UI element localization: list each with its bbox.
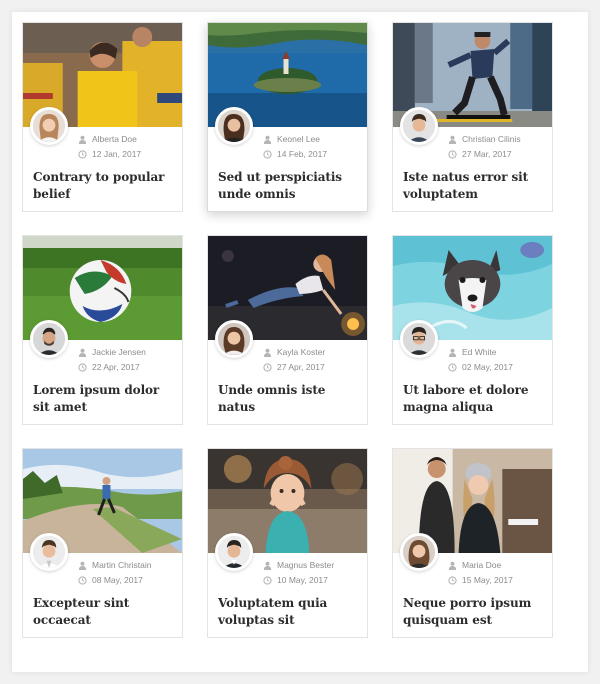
clock-icon xyxy=(263,363,272,372)
post-card[interactable]: Christian Cilinis 27 Mar, 2017 Iste natu… xyxy=(392,22,553,212)
author-row: Ed White xyxy=(448,345,513,360)
post-meta: Jackie Jensen 22 Apr, 2017 xyxy=(78,345,146,375)
date-row: 02 May, 2017 xyxy=(448,360,513,375)
post-card[interactable]: Maria Doe 15 May, 2017 Neque porro ipsum… xyxy=(392,448,553,638)
author-row: Magnus Bester xyxy=(263,558,334,573)
post-card[interactable]: Magnus Bester 10 May, 2017 Voluptatem qu… xyxy=(207,448,368,638)
clock-icon xyxy=(78,150,87,159)
clock-icon xyxy=(78,363,87,372)
user-icon xyxy=(448,561,457,570)
date-row: 15 May, 2017 xyxy=(448,573,513,588)
post-date: 12 Jan, 2017 xyxy=(92,149,142,159)
author-avatar[interactable] xyxy=(30,107,68,145)
author-row: Jackie Jensen xyxy=(78,345,146,360)
post-title[interactable]: Neque porro ipsum quisquam est xyxy=(403,595,548,628)
post-meta: Christian Cilinis 27 Mar, 2017 xyxy=(448,132,521,162)
post-date: 22 Apr, 2017 xyxy=(92,362,140,372)
post-date: 10 May, 2017 xyxy=(277,575,328,585)
post-card[interactable]: Keonel Lee 14 Feb, 2017 Sed ut perspicia… xyxy=(207,22,368,212)
user-icon xyxy=(263,348,272,357)
author-avatar[interactable] xyxy=(400,533,438,571)
date-row: 12 Jan, 2017 xyxy=(78,147,141,162)
author-name[interactable]: Jackie Jensen xyxy=(92,345,146,360)
author-name[interactable]: Maria Doe xyxy=(462,558,501,573)
user-icon xyxy=(448,348,457,357)
author-name[interactable]: Christian Cilinis xyxy=(462,132,521,147)
author-name[interactable]: Alberta Doe xyxy=(92,132,137,147)
post-card[interactable]: Ed White 02 May, 2017 Ut labore et dolor… xyxy=(392,235,553,425)
date-row: 27 Apr, 2017 xyxy=(263,360,325,375)
post-title[interactable]: Unde omnis iste natus xyxy=(218,382,363,415)
post-title[interactable]: Contrary to popular belief xyxy=(33,169,178,202)
post-meta: Keonel Lee 14 Feb, 2017 xyxy=(263,132,327,162)
author-avatar[interactable] xyxy=(400,107,438,145)
author-name[interactable]: Magnus Bester xyxy=(277,558,334,573)
date-row: 14 Feb, 2017 xyxy=(263,147,327,162)
post-date: 02 May, 2017 xyxy=(462,362,513,372)
user-icon xyxy=(78,348,87,357)
date-row: 22 Apr, 2017 xyxy=(78,360,146,375)
author-name[interactable]: Kayla Koster xyxy=(277,345,325,360)
clock-icon xyxy=(78,576,87,585)
post-meta: Ed White 02 May, 2017 xyxy=(448,345,513,375)
author-row: Alberta Doe xyxy=(78,132,141,147)
clock-icon xyxy=(263,576,272,585)
post-date: 14 Feb, 2017 xyxy=(277,149,328,159)
post-date: 27 Mar, 2017 xyxy=(462,149,512,159)
date-row: 08 May, 2017 xyxy=(78,573,152,588)
clock-icon xyxy=(448,150,457,159)
clock-icon xyxy=(448,576,457,585)
clock-icon xyxy=(263,150,272,159)
post-card[interactable]: Alberta Doe 12 Jan, 2017 Contrary to pop… xyxy=(22,22,183,212)
author-name[interactable]: Keonel Lee xyxy=(277,132,320,147)
post-meta: Maria Doe 15 May, 2017 xyxy=(448,558,513,588)
post-date: 08 May, 2017 xyxy=(92,575,143,585)
user-icon xyxy=(263,135,272,144)
user-icon xyxy=(448,135,457,144)
post-title[interactable]: Lorem ipsum dolor sit amet xyxy=(33,382,178,415)
author-row: Kayla Koster xyxy=(263,345,325,360)
author-avatar[interactable] xyxy=(30,533,68,571)
post-title[interactable]: Excepteur sint occaecat xyxy=(33,595,178,628)
post-title[interactable]: Sed ut perspiciatis unde omnis xyxy=(218,169,363,202)
user-icon xyxy=(78,135,87,144)
author-avatar[interactable] xyxy=(30,320,68,358)
post-meta: Kayla Koster 27 Apr, 2017 xyxy=(263,345,325,375)
author-avatar[interactable] xyxy=(215,320,253,358)
post-card[interactable]: Kayla Koster 27 Apr, 2017 Unde omnis ist… xyxy=(207,235,368,425)
post-card[interactable]: Jackie Jensen 22 Apr, 2017 Lorem ipsum d… xyxy=(22,235,183,425)
post-title[interactable]: Ut labore et dolore magna aliqua xyxy=(403,382,548,415)
author-row: Christian Cilinis xyxy=(448,132,521,147)
post-meta: Magnus Bester 10 May, 2017 xyxy=(263,558,334,588)
author-row: Maria Doe xyxy=(448,558,513,573)
date-row: 10 May, 2017 xyxy=(263,573,334,588)
post-meta: Alberta Doe 12 Jan, 2017 xyxy=(78,132,141,162)
post-date: 15 May, 2017 xyxy=(462,575,513,585)
post-title[interactable]: Voluptatem quia voluptas sit xyxy=(218,595,363,628)
author-name[interactable]: Ed White xyxy=(462,345,497,360)
post-title[interactable]: Iste natus error sit voluptatem xyxy=(403,169,548,202)
clock-icon xyxy=(448,363,457,372)
author-row: Keonel Lee xyxy=(263,132,327,147)
author-avatar[interactable] xyxy=(215,533,253,571)
author-row: Martin Christain xyxy=(78,558,152,573)
post-card[interactable]: Martin Christain 08 May, 2017 Excepteur … xyxy=(22,448,183,638)
post-meta: Martin Christain 08 May, 2017 xyxy=(78,558,152,588)
blog-post-grid: Alberta Doe 12 Jan, 2017 Contrary to pop… xyxy=(22,22,553,638)
user-icon xyxy=(263,561,272,570)
date-row: 27 Mar, 2017 xyxy=(448,147,521,162)
user-icon xyxy=(78,561,87,570)
author-avatar[interactable] xyxy=(400,320,438,358)
author-avatar[interactable] xyxy=(215,107,253,145)
post-date: 27 Apr, 2017 xyxy=(277,362,325,372)
author-name[interactable]: Martin Christain xyxy=(92,558,152,573)
